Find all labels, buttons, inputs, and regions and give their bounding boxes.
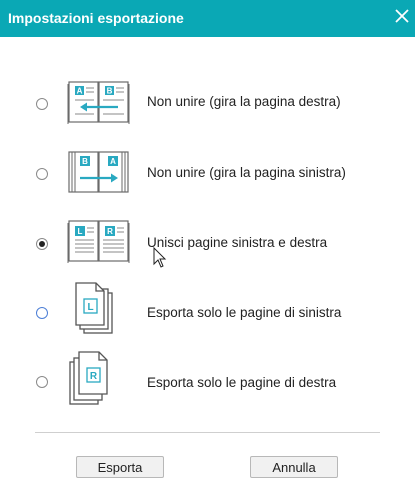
svg-text:L: L: [87, 302, 93, 313]
radio-button-selected[interactable]: [36, 238, 48, 250]
svg-text:L: L: [78, 227, 83, 236]
radio-button[interactable]: [36, 307, 48, 319]
svg-text:A: A: [77, 87, 83, 96]
option-label: Esporta solo le pagine di sinistra: [147, 305, 342, 320]
book-spread-merge-icon: L R: [67, 220, 130, 263]
option-label: Unisci pagine sinistra e destra: [147, 235, 328, 250]
dialog-title: Impostazioni esportazione: [8, 10, 184, 26]
dialog-titlebar: Impostazioni esportazione: [0, 0, 415, 37]
option-export-right-only[interactable]: R Esporta solo le pagine di destra: [0, 350, 415, 412]
option-label: Non unire (gira la pagina sinistra): [147, 165, 346, 180]
book-spread-turn-left-icon: B A: [68, 151, 129, 193]
radio-button[interactable]: [36, 376, 48, 388]
option-no-merge-turn-left[interactable]: B A Non unire (gira la pagina sinistra): [0, 141, 415, 203]
option-merge-left-right[interactable]: L R Unisci pagine sinistra e destra: [0, 210, 415, 272]
radio-button[interactable]: [36, 98, 48, 110]
option-export-left-only[interactable]: L Esporta solo le pagine di sinistra: [0, 281, 415, 343]
svg-text:R: R: [107, 227, 113, 236]
option-no-merge-turn-right[interactable]: A B Non unire (gira la pagina destra): [0, 72, 415, 134]
cancel-button[interactable]: Annulla: [250, 456, 338, 478]
mouse-pointer-icon: [153, 247, 167, 268]
svg-text:B: B: [107, 87, 113, 96]
option-label: Esporta solo le pagine di destra: [147, 375, 337, 390]
option-label: Non unire (gira la pagina destra): [147, 94, 341, 109]
export-button[interactable]: Esporta: [76, 456, 164, 478]
book-spread-turn-right-icon: A B: [67, 81, 130, 124]
svg-text:A: A: [110, 157, 116, 166]
svg-text:B: B: [82, 157, 88, 166]
close-icon[interactable]: [391, 5, 413, 27]
divider: [35, 432, 380, 433]
radio-button[interactable]: [36, 168, 48, 180]
svg-text:R: R: [90, 371, 98, 382]
page-stack-left-icon: L: [75, 282, 113, 334]
page-stack-right-icon: R: [69, 351, 108, 405]
